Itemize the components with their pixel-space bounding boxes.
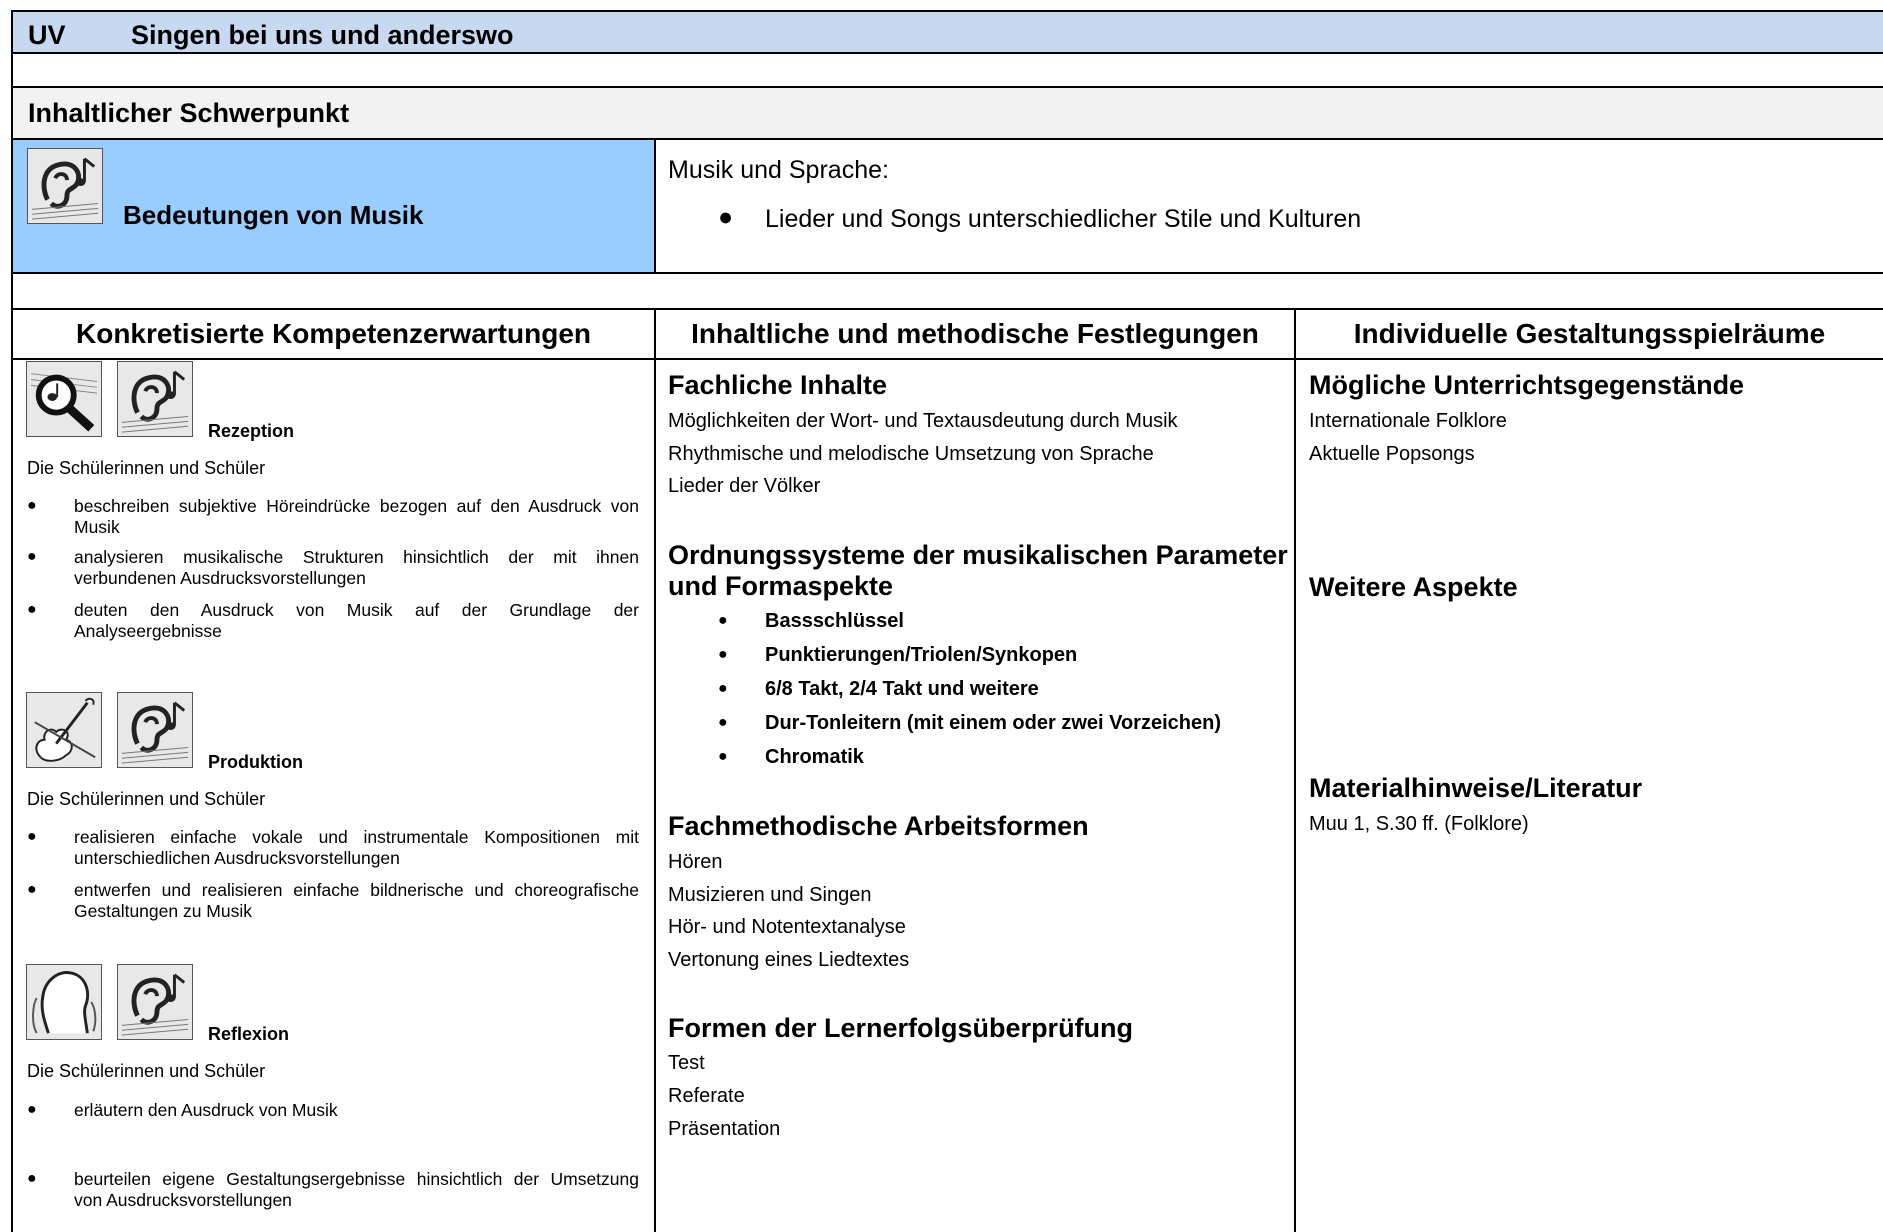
section-title: und Formaspekte: [668, 571, 894, 601]
schwerpunkt-label: Inhaltlicher Schwerpunkt: [28, 98, 350, 128]
content-line: Möglichkeiten der Wort- und Textausdeutu…: [668, 410, 1178, 432]
bullet: ●: [27, 1101, 37, 1118]
content-line: Lieder der Völker: [668, 475, 821, 497]
content-line: Präsentation: [668, 1118, 781, 1140]
divider: [11, 52, 1883, 54]
divider: [11, 308, 1883, 310]
bold-list-item: Dur-Tonleitern (mit einem oder zwei Vorz…: [765, 712, 1221, 734]
bold-list-item: Punktierungen/Triolen/Synkopen: [765, 644, 1078, 666]
competency-item: analysieren musikalische Strukturen hins…: [74, 547, 639, 588]
bullet: ●: [718, 714, 728, 731]
divider: [11, 10, 1883, 12]
divider: [1294, 308, 1296, 1232]
unit-title: Singen bei uns und anderswo: [131, 20, 514, 50]
competency-item: erläutern den Ausdruck von Musik: [74, 1100, 338, 1120]
content-line: Aktuelle Popsongs: [1309, 443, 1475, 465]
ear-music-icon: [117, 361, 193, 437]
bullet: ●: [718, 748, 728, 765]
content-line: Muu 1, S.30 ff. (Folklore): [1309, 813, 1529, 835]
content-line: Rhythmische und melodische Umsetzung von…: [668, 443, 1154, 465]
bullet: ●: [718, 680, 728, 697]
section-title: Ordnungssysteme der musikalischen Parame…: [668, 540, 1288, 570]
divider: [11, 358, 1883, 360]
competency-intro: Die Schülerinnen und Schüler: [27, 458, 266, 478]
competency-label: Produktion: [208, 752, 303, 772]
schwerpunkt-header: Inhaltlicher Schwerpunkt: [13, 88, 1883, 138]
content-line: Vertonung eines Liedtextes: [668, 949, 910, 971]
content-line: Test: [668, 1052, 705, 1074]
competency-intro: Die Schülerinnen und Schüler: [27, 1061, 266, 1081]
bullet: ●: [718, 203, 734, 231]
competency-intro: Die Schülerinnen und Schüler: [27, 789, 266, 809]
content-line: Musizieren und Singen: [668, 884, 872, 906]
schwerpunkt-field-cell: Bedeutungen von Musik: [13, 140, 654, 272]
section-title: Weitere Aspekte: [1309, 572, 1518, 602]
bullet: ●: [718, 646, 728, 663]
unit-label: UV: [28, 20, 66, 50]
bold-list-item: Bassschlüssel: [765, 610, 904, 632]
divider: [654, 138, 656, 272]
schwerpunkt-content-title: Musik und Sprache:: [668, 156, 889, 184]
violin-icon: [26, 692, 102, 768]
bullet: ●: [27, 601, 37, 618]
bullet: ●: [27, 1170, 37, 1187]
bullet: ●: [27, 828, 37, 845]
content-line: Referate: [668, 1085, 745, 1107]
section-title: Mögliche Unterrichtsgegenstände: [1309, 370, 1745, 400]
content-line: Internationale Folklore: [1309, 410, 1507, 432]
column-header-kompetenzen: Konkretisierte Kompetenzerwartungen: [76, 318, 591, 349]
ear-music-icon: [117, 964, 193, 1040]
competency-item: beschreiben subjektive Höreindrücke bezo…: [74, 496, 639, 537]
column-header-spielraeume: Individuelle Gestaltungsspielräume: [1353, 318, 1826, 349]
divider: [11, 86, 1883, 88]
head-silhouette-icon: [26, 964, 102, 1040]
bullet: ●: [27, 548, 37, 565]
bold-list-item: 6/8 Takt, 2/4 Takt und weitere: [765, 678, 1039, 700]
bullet: ●: [27, 881, 37, 898]
section-title: Formen der Lernerfolgsüberprüfung: [668, 1013, 1134, 1043]
column-header-festlegungen: Inhaltliche und methodische Festlegungen: [691, 318, 1259, 349]
content-line: Hören: [668, 851, 723, 873]
bold-list-item: Chromatik: [765, 746, 864, 768]
ear-music-icon: [27, 148, 103, 224]
schwerpunkt-field: Bedeutungen von Musik: [123, 200, 424, 230]
competency-item: deuten den Ausdruck von Musik auf der Gr…: [74, 600, 639, 641]
unit-header: UV Singen bei uns und anderswo: [13, 12, 1883, 52]
bullet: ●: [718, 612, 728, 629]
section-title: Fachmethodische Arbeitsformen: [668, 811, 1089, 841]
competency-label: Reflexion: [208, 1024, 290, 1044]
bullet: ●: [27, 497, 37, 514]
divider: [11, 272, 1883, 274]
content-line: Hör- und Notentextanalyse: [668, 916, 906, 938]
competency-item: beurteilen eigene Gestaltungsergebnisse …: [74, 1169, 639, 1210]
divider: [11, 138, 1883, 140]
schwerpunkt-content-item: Lieder und Songs unterschiedlicher Stile…: [765, 205, 1362, 233]
divider: [654, 308, 656, 1232]
divider: [11, 10, 13, 1232]
section-title: Materialhinweise/Literatur: [1309, 773, 1643, 803]
competency-label: Rezeption: [208, 421, 295, 441]
competency-item: realisieren einfache vokale und instrume…: [74, 827, 639, 868]
competency-item: entwerfen und realisieren einfache bildn…: [74, 880, 639, 921]
magnifier-music-icon: [26, 361, 102, 437]
section-title: Fachliche Inhalte: [668, 370, 888, 400]
ear-music-icon: [117, 692, 193, 768]
